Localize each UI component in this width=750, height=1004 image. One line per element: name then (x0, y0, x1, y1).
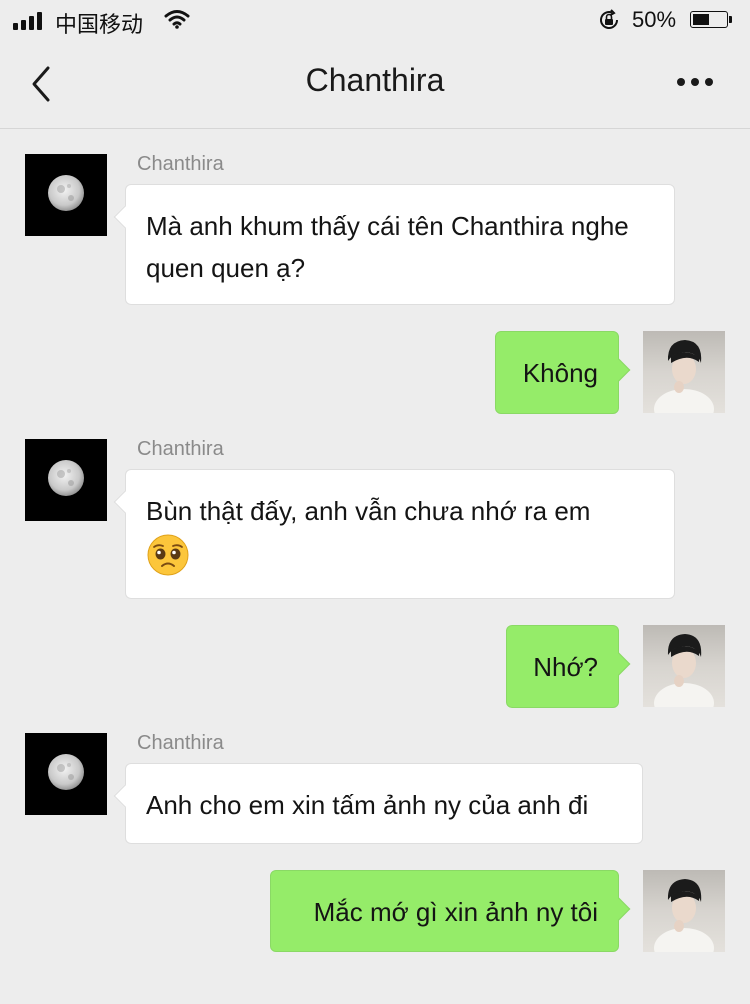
pleading-face-emoji (147, 534, 189, 576)
sender-name: Chanthira (137, 732, 224, 754)
message-text: Mắc mớ gì xin ảnh ny tôi (313, 897, 598, 927)
sender-name: Chanthira (137, 438, 224, 460)
more-icon[interactable] (675, 78, 715, 88)
contact-avatar[interactable] (25, 733, 107, 815)
moon-icon (48, 175, 84, 211)
moon-icon (48, 460, 84, 496)
chat-title: Chanthira (305, 62, 445, 98)
message-bubble-outgoing[interactable]: Mắc mớ gì xin ảnh ny tôi (270, 870, 619, 952)
sender-name: Chanthira (137, 153, 224, 175)
moon-icon (48, 754, 84, 790)
chat-header: Chanthira (0, 40, 750, 129)
user-avatar[interactable] (643, 625, 725, 707)
message-bubble-outgoing[interactable]: Nhớ? (506, 625, 619, 708)
user-avatar[interactable] (643, 331, 725, 413)
battery-icon (690, 11, 732, 28)
contact-avatar[interactable] (25, 154, 107, 236)
message-text: Mà anh khum thấy cái tên Chanthira nghe … (146, 211, 629, 283)
message-bubble-incoming[interactable]: Bùn thật đấy, anh vẫn chưa nhớ ra em (125, 469, 675, 599)
message-text: Bùn thật đấy, anh vẫn chưa nhớ ra em (146, 496, 591, 526)
message-text: Không (522, 358, 598, 388)
message-bubble-incoming[interactable]: Anh cho em xin tấm ảnh ny của anh đi (125, 763, 643, 844)
message-text: Nhớ? (533, 652, 598, 682)
user-photo-icon (654, 879, 714, 952)
user-avatar[interactable] (643, 870, 725, 952)
user-photo-icon (654, 634, 714, 707)
message-bubble-outgoing[interactable]: Không (495, 331, 619, 414)
carrier-name: 中国移动 (55, 12, 144, 37)
wifi-icon (164, 10, 190, 29)
status-bar: 中国移动 50% (0, 0, 750, 40)
message-bubble-incoming[interactable]: Mà anh khum thấy cái tên Chanthira nghe … (125, 184, 675, 305)
message-text: Anh cho em xin tấm ảnh ny của anh đi (146, 790, 589, 820)
battery-percentage: 50% (632, 7, 677, 32)
contact-avatar[interactable] (25, 439, 107, 521)
rotation-lock-icon (600, 9, 618, 29)
user-photo-icon (654, 340, 714, 413)
